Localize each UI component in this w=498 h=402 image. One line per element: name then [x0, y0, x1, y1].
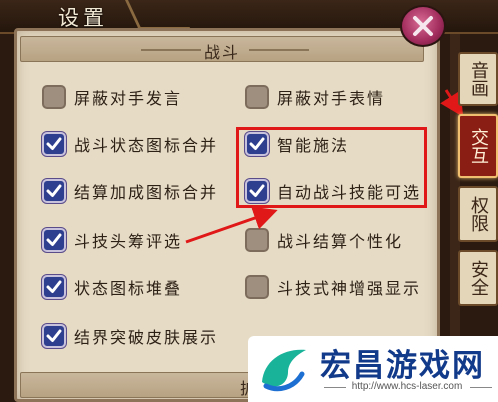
- checkbox[interactable]: [42, 275, 66, 299]
- option-battle-result-personalize[interactable]: 战斗结算个性化: [245, 225, 403, 255]
- option-mute-opponent-emotes[interactable]: 屏蔽对手表情: [245, 82, 385, 112]
- option-label: 状态图标堆叠: [74, 279, 183, 298]
- tab-audio-visual[interactable]: 音画: [458, 52, 498, 106]
- checkmark-icon: [46, 329, 62, 342]
- divider: [470, 387, 492, 388]
- option-merge-battle-status-icons[interactable]: 战斗状态图标合并: [42, 129, 218, 159]
- checkmark-icon: [46, 184, 62, 197]
- checkbox[interactable]: [42, 228, 66, 252]
- close-x-icon: [413, 16, 433, 36]
- checkmark-icon: [46, 280, 62, 293]
- section-label: 战斗: [203, 43, 240, 62]
- watermark-url: http://www.hcs-laser.com: [351, 381, 463, 392]
- option-stack-status-icons[interactable]: 状态图标堆叠: [42, 272, 182, 302]
- watermark-name: 宏昌游戏网: [320, 348, 485, 384]
- tab-label: 交互: [468, 128, 489, 164]
- tab-permissions[interactable]: 权限: [458, 186, 498, 242]
- tab-interaction[interactable]: 交互: [458, 114, 498, 178]
- tab-label: 安全: [468, 260, 489, 296]
- checkbox[interactable]: [42, 324, 66, 348]
- site-watermark: 宏昌游戏网 http://www.hcs-laser.com: [248, 336, 498, 402]
- option-realm-raid-skin[interactable]: 结界突破皮肤展示: [42, 321, 218, 351]
- tab-security[interactable]: 安全: [458, 250, 498, 306]
- option-label: 结算加成图标合并: [74, 183, 219, 202]
- tab-label: 音画: [468, 61, 489, 97]
- option-mute-opponent-chat[interactable]: 屏蔽对手发言: [42, 82, 182, 112]
- option-label: 斗技头筹评选: [74, 232, 183, 251]
- option-merge-bonus-icons[interactable]: 结算加成图标合并: [42, 176, 218, 206]
- checkmark-icon: [46, 233, 62, 246]
- watermark-logo-icon: [262, 349, 306, 392]
- option-arena-shikigami-enhance[interactable]: 斗技式神增强显示: [245, 272, 421, 302]
- highlight-box: [236, 127, 427, 208]
- checkbox[interactable]: [245, 275, 269, 299]
- option-label: 屏蔽对手发言: [74, 89, 183, 108]
- option-label: 战斗结算个性化: [277, 232, 404, 251]
- option-label: 战斗状态图标合并: [74, 136, 219, 155]
- option-arena-first-pick[interactable]: 斗技头筹评选: [42, 225, 182, 255]
- section-header-combat: 战斗: [20, 36, 424, 62]
- checkbox[interactable]: [245, 85, 269, 109]
- bar-decoration: [249, 49, 309, 51]
- checkbox[interactable]: [42, 85, 66, 109]
- checkbox[interactable]: [245, 228, 269, 252]
- option-label: 斗技式神增强显示: [277, 279, 422, 298]
- title-ornament: [125, 0, 191, 30]
- checkbox[interactable]: [42, 179, 66, 203]
- option-label: 屏蔽对手表情: [277, 89, 386, 108]
- tab-label: 权限: [468, 196, 489, 232]
- option-label: 结界突破皮肤展示: [74, 328, 219, 347]
- checkbox[interactable]: [42, 132, 66, 156]
- checkmark-icon: [46, 137, 62, 150]
- close-button[interactable]: [400, 5, 446, 47]
